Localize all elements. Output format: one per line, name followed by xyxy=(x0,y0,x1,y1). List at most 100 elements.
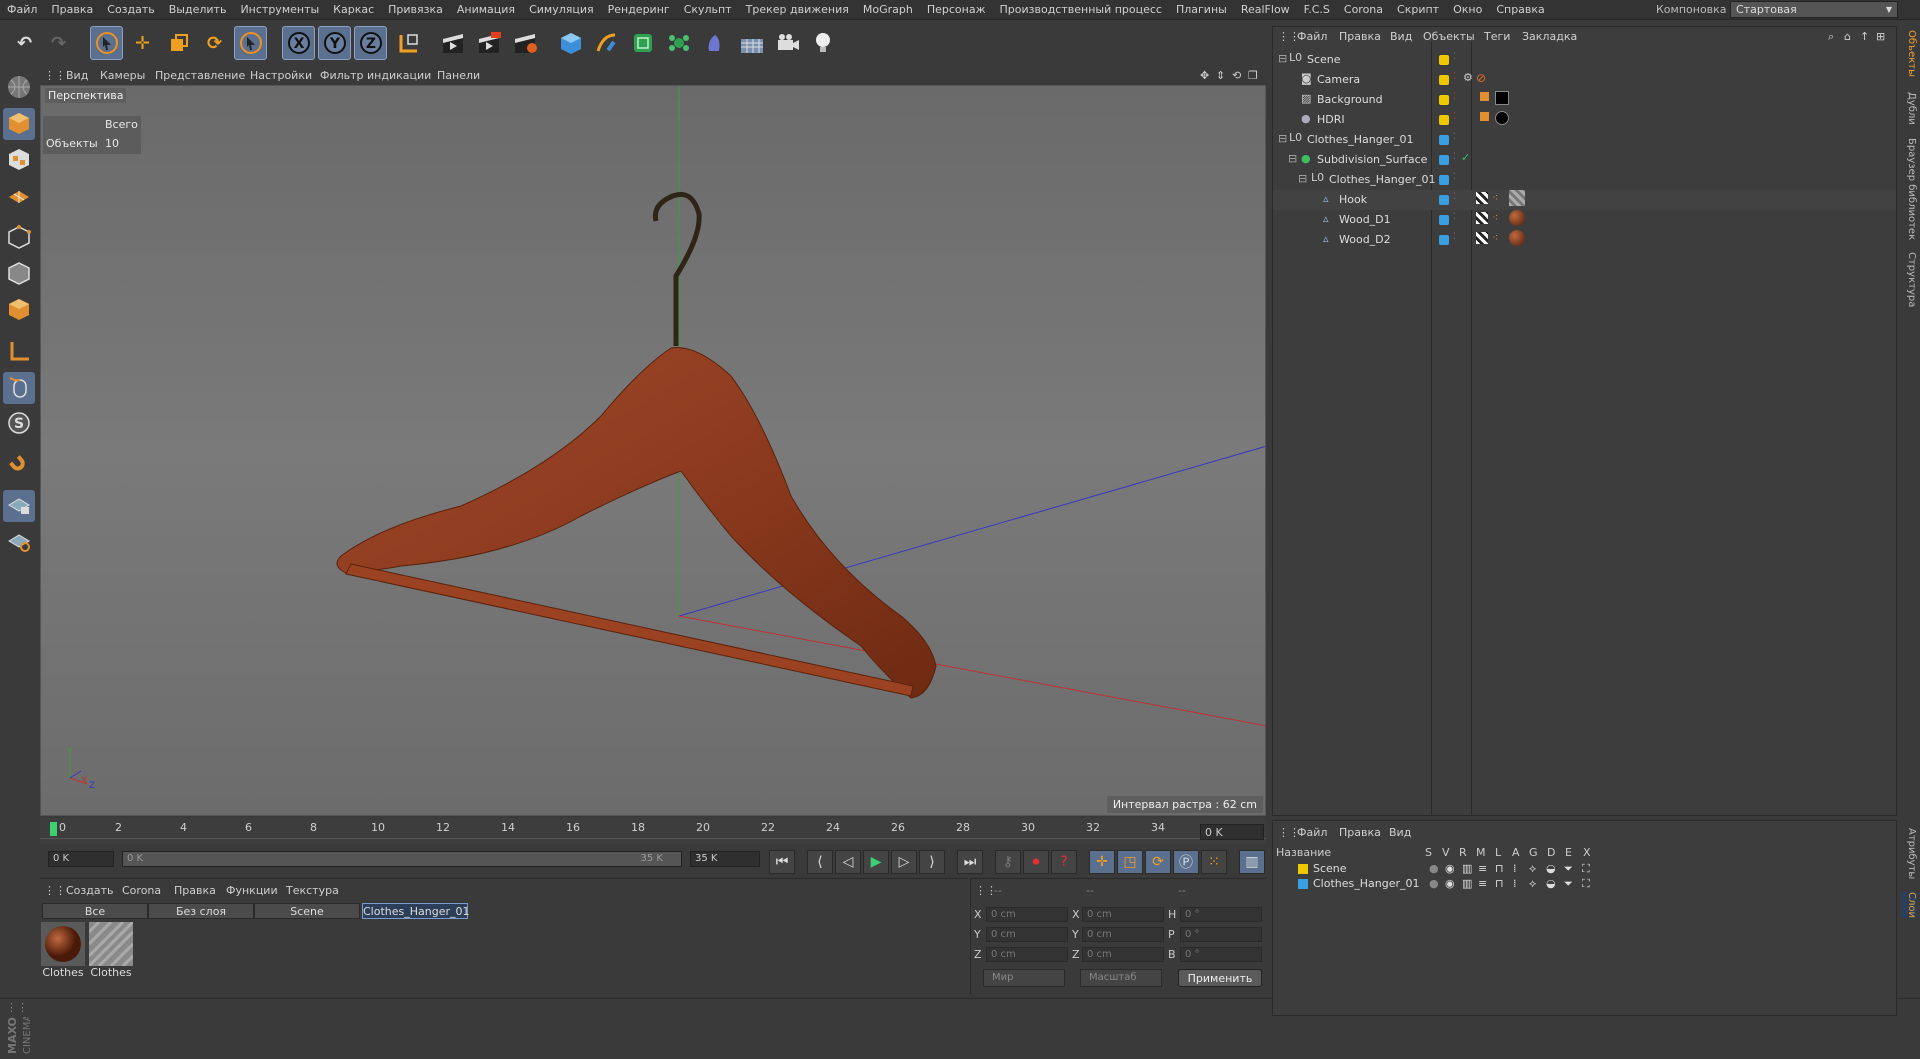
om-menu-tags[interactable]: Теги xyxy=(1484,30,1510,43)
rotation-h-field[interactable]: 0 ° xyxy=(1180,907,1262,922)
rotate-tool-button[interactable]: ⟳ xyxy=(198,26,231,60)
subdivision-surface-button[interactable] xyxy=(626,26,659,60)
visibility-dots-icon[interactable]: ⁚ xyxy=(1453,112,1456,122)
visibility-dots-icon[interactable]: ⁚ xyxy=(1453,152,1456,162)
search-icon[interactable]: ⌕ xyxy=(1828,30,1834,44)
layer-color-swatch[interactable] xyxy=(1439,235,1449,245)
previous-frame-button[interactable]: ◁ xyxy=(835,850,861,874)
undo-button[interactable]: ↶ xyxy=(8,26,41,60)
vp-menu-display[interactable]: Представление xyxy=(155,69,245,82)
live-select-button[interactable] xyxy=(90,26,123,60)
vp-menu-options[interactable]: Настройки xyxy=(250,69,312,82)
viewport-rotate-icon[interactable]: ⟲ xyxy=(1232,69,1241,82)
move-tool-button[interactable]: ✛ xyxy=(126,26,159,60)
menu-snap[interactable]: Привязка xyxy=(381,0,450,20)
vp-menu-filter[interactable]: Фильтр индикации xyxy=(320,69,431,82)
model-mode-button[interactable] xyxy=(3,108,35,140)
render-view-button[interactable] xyxy=(436,26,469,60)
x-axis-button[interactable]: X xyxy=(282,26,315,60)
menu-motion-tracker[interactable]: Трекер движения xyxy=(739,0,856,20)
up-arrow-icon[interactable]: ↑ xyxy=(1860,30,1869,43)
xref-icon[interactable]: ⛶ xyxy=(1582,862,1590,876)
timeline-ruler[interactable]: 0 2 4 6 8 10 12 14 16 18 20 22 24 26 28 … xyxy=(40,818,1266,844)
size-z-field[interactable]: 0 cm xyxy=(1082,947,1164,962)
uvw-tag-icon[interactable] xyxy=(1476,232,1488,244)
visibility-dots-icon[interactable]: ⁚ xyxy=(1453,92,1456,102)
layer-color-swatch[interactable] xyxy=(1439,175,1449,185)
eye-icon[interactable]: ◉ xyxy=(1445,877,1455,890)
keyframe-selection-button[interactable]: ? xyxy=(1051,850,1077,874)
uvw-tag-icon[interactable] xyxy=(1476,212,1488,224)
layer-color-swatch[interactable] xyxy=(1298,864,1308,874)
animation-icon[interactable]: ⁞ xyxy=(1513,877,1517,890)
mat-tab-all[interactable]: Все xyxy=(42,903,148,919)
material-swatch[interactable]: Clothes xyxy=(41,922,85,980)
position-y-field[interactable]: 0 cm xyxy=(986,927,1068,942)
previous-key-button[interactable]: ⟨ xyxy=(807,850,833,874)
mat-menu-corona[interactable]: Corona xyxy=(122,884,161,897)
visibility-dots-icon[interactable]: ⁚ xyxy=(1453,212,1456,222)
auto-key-button[interactable]: ⏺ xyxy=(1023,850,1049,874)
deformer-icon[interactable]: ◒ xyxy=(1546,877,1556,890)
key-pla-button[interactable]: ⁙ xyxy=(1201,850,1227,874)
object-row-clothes-hanger[interactable]: ⊟ L0 Clothes_Hanger_01 ⁚ xyxy=(1273,130,1896,150)
layer-row-scene[interactable]: Scene ● ◉ ▥ ≡ ⊓ ⁞ ⟡ ◒ ⏷ ⛶ xyxy=(1273,862,1896,877)
material-swatch[interactable]: Clothes xyxy=(89,922,133,980)
lock-icon[interactable]: ⊓ xyxy=(1495,877,1504,890)
om-menu-view[interactable]: Вид xyxy=(1390,30,1412,43)
menu-realflow[interactable]: RealFlow xyxy=(1234,0,1297,20)
z-axis-button[interactable]: Z xyxy=(354,26,387,60)
phong-tag-icon[interactable]: ⁖ xyxy=(1492,191,1498,204)
next-frame-button[interactable]: ▷ xyxy=(891,850,917,874)
vp-menu-cameras[interactable]: Камеры xyxy=(100,69,145,82)
key-rotation-button[interactable]: ⟳ xyxy=(1145,850,1171,874)
menu-corona[interactable]: Corona xyxy=(1337,0,1390,20)
tab-attributes[interactable]: Атрибуты xyxy=(1901,828,1917,879)
animation-icon[interactable]: ⁞ xyxy=(1513,862,1517,875)
viewport-maximize-icon[interactable]: ❐ xyxy=(1248,69,1258,82)
menu-render[interactable]: Рендеринг xyxy=(601,0,677,20)
layout-select[interactable]: Стартовая ▼ xyxy=(1730,1,1898,18)
polygons-mode-button[interactable] xyxy=(3,294,35,326)
menu-mesh[interactable]: Каркас xyxy=(326,0,381,20)
position-x-field[interactable]: 0 cm xyxy=(986,907,1068,922)
light-button[interactable] xyxy=(806,26,839,60)
tab-structure[interactable]: Структура xyxy=(1901,252,1917,307)
frame-range-slider[interactable]: 0 K 35 K xyxy=(122,851,682,867)
lock-icon[interactable]: ⊓ xyxy=(1495,862,1504,875)
collapse-icon[interactable]: ⊟ xyxy=(1298,172,1307,185)
apply-button[interactable]: Применить xyxy=(1178,969,1262,987)
position-z-field[interactable]: 0 cm xyxy=(986,947,1068,962)
object-row-hdri[interactable]: ● HDRI ⁚ xyxy=(1273,110,1896,130)
lm-menu-edit[interactable]: Правка xyxy=(1339,826,1381,839)
generator-icon[interactable]: ⟡ xyxy=(1529,862,1536,876)
manager-icon[interactable]: ≡ xyxy=(1478,862,1487,875)
menu-file[interactable]: Файл xyxy=(0,0,44,20)
y-axis-button[interactable]: Y xyxy=(318,26,351,60)
generator-icon[interactable]: ⟡ xyxy=(1529,877,1536,891)
uvw-tag-icon[interactable] xyxy=(1476,192,1488,204)
film-icon[interactable]: ▥ xyxy=(1462,877,1472,890)
menu-script[interactable]: Скрипт xyxy=(1390,0,1446,20)
recent-tool-button[interactable] xyxy=(234,26,267,60)
rotation-p-field[interactable]: 0 ° xyxy=(1180,927,1262,942)
mat-menu-create[interactable]: Создать xyxy=(66,884,114,897)
wood-material-tag-icon[interactable] xyxy=(1509,230,1525,246)
om-menu-file[interactable]: Файл xyxy=(1297,30,1327,43)
mat-menu-texture[interactable]: Текстура xyxy=(286,884,339,897)
planar-workplane-button[interactable] xyxy=(3,526,35,558)
size-y-field[interactable]: 0 cm xyxy=(1082,927,1164,942)
layer-color-swatch[interactable] xyxy=(1439,95,1449,105)
cloner-button[interactable] xyxy=(662,26,695,60)
protection-tag-icon[interactable]: ⊘ xyxy=(1476,71,1486,85)
visibility-dots-icon[interactable]: ⁚ xyxy=(1453,192,1456,202)
menu-window[interactable]: Окно xyxy=(1446,0,1489,20)
rotation-b-field[interactable]: 0 ° xyxy=(1180,947,1262,962)
texture-mode-button[interactable] xyxy=(3,144,35,176)
camera-tag-icon[interactable]: ⚙ xyxy=(1463,71,1473,84)
om-menu-edit[interactable]: Правка xyxy=(1339,30,1381,43)
lock-workplane-button[interactable] xyxy=(3,490,35,522)
black-material-tag-icon[interactable] xyxy=(1495,91,1509,105)
tab-takes[interactable]: Дубли xyxy=(1901,92,1917,125)
layer-color-swatch[interactable] xyxy=(1439,155,1449,165)
